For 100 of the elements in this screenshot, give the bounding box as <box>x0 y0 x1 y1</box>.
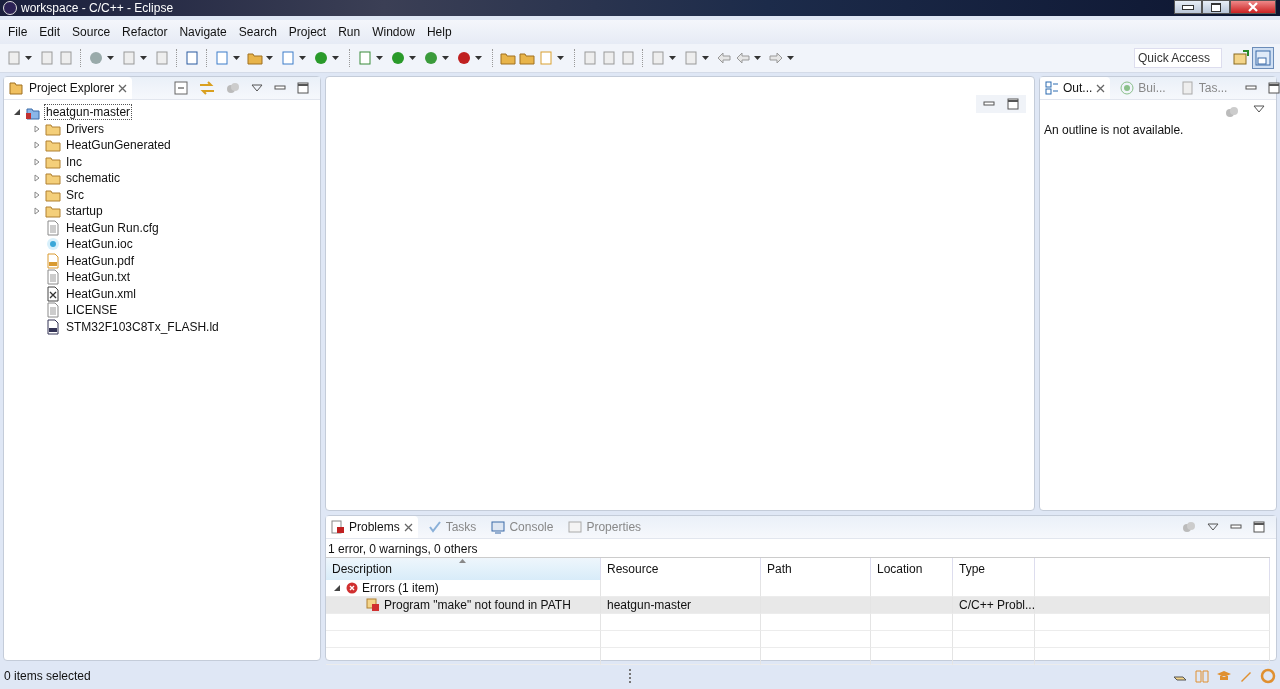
maximize-icon[interactable] <box>297 82 309 94</box>
expand-toggle-icon[interactable] <box>33 141 41 150</box>
dropdown-caret-icon[interactable] <box>332 56 339 60</box>
open-perspective-icon[interactable] <box>1233 50 1249 66</box>
dropdown-caret-icon[interactable] <box>669 56 676 60</box>
dropdown-caret-icon[interactable] <box>475 56 482 60</box>
expand-toggle-icon[interactable] <box>33 174 41 183</box>
text-file-icon <box>45 302 61 319</box>
close-icon[interactable] <box>118 83 128 93</box>
tree-item[interactable]: Src <box>64 186 86 203</box>
view-menu-icon[interactable] <box>1253 105 1265 113</box>
problems-summary: 1 error, 0 warnings, 0 others <box>327 541 479 557</box>
column-header[interactable]: Resource <box>601 558 761 580</box>
tree-item[interactable]: startup <box>64 203 105 220</box>
sort-indicator-icon <box>459 559 466 563</box>
tree-item[interactable]: schematic <box>64 170 123 187</box>
lifebuoy-icon[interactable] <box>1260 668 1276 684</box>
open-folder-icon[interactable] <box>500 50 516 66</box>
column-header[interactable]: Description <box>326 558 601 580</box>
tree-item[interactable]: heatgun-master <box>44 104 133 121</box>
dropdown-caret-icon[interactable] <box>702 56 709 60</box>
view-menu-icon[interactable] <box>1207 523 1219 531</box>
quick-access-field[interactable]: Quick Access <box>1134 48 1222 68</box>
table-cell: Program "make" not found in PATH <box>384 598 571 612</box>
properties-icon <box>568 520 583 534</box>
chip-file-icon <box>45 236 61 253</box>
expand-toggle-icon[interactable] <box>33 190 41 199</box>
collapse-all-icon[interactable] <box>174 81 188 95</box>
problem-row[interactable]: Program "make" not found in PATH heatgun-master C/C++ Probl... <box>326 597 1270 614</box>
menu-item[interactable]: Help <box>420 23 458 41</box>
outline-icon <box>1045 81 1059 95</box>
dropdown-caret-icon[interactable] <box>409 56 416 60</box>
filter-icon[interactable] <box>226 81 240 95</box>
tree-item[interactable]: HeatGun.pdf <box>64 252 137 269</box>
menu-item[interactable]: Edit <box>33 23 67 41</box>
tree-item[interactable]: HeatGun.xml <box>64 285 139 302</box>
tree-item[interactable]: HeatGun Run.cfg <box>64 219 161 236</box>
dropdown-caret-icon[interactable] <box>754 56 761 60</box>
menu-item[interactable]: Run <box>332 23 367 41</box>
menu-item[interactable]: Search <box>232 23 283 41</box>
menu-item[interactable]: File <box>2 23 34 41</box>
dropdown-caret-icon[interactable] <box>442 56 449 60</box>
maximize-button[interactable] <box>1202 0 1230 14</box>
group-label: Errors (1 item) <box>362 581 439 595</box>
view-tab[interactable]: Problems <box>326 516 418 538</box>
menu-item[interactable]: Source <box>66 23 117 41</box>
folder-icon <box>45 203 61 220</box>
dropdown-caret-icon[interactable] <box>233 56 240 60</box>
filter-icon[interactable] <box>1225 105 1239 119</box>
menu-item[interactable]: Window <box>366 23 421 41</box>
dropdown-caret-icon[interactable] <box>107 56 114 60</box>
close-icon[interactable] <box>403 522 413 532</box>
column-header[interactable]: Location <box>871 558 953 580</box>
tree-item[interactable]: STM32F103C8Tx_FLASH.ld <box>64 318 221 335</box>
expand-toggle-icon[interactable] <box>33 124 41 133</box>
dropdown-caret-icon[interactable] <box>140 56 147 60</box>
filter-icon[interactable] <box>1182 520 1196 534</box>
menu-item[interactable]: Refactor <box>116 23 174 41</box>
folder-icon <box>45 137 61 154</box>
dropdown-caret-icon[interactable] <box>25 56 32 60</box>
project-explorer-tab[interactable]: Project Explorer <box>4 77 133 99</box>
minimize-button[interactable] <box>1174 0 1202 14</box>
outline-message: An outline is not available. <box>1043 122 1185 139</box>
tree-item[interactable]: HeatGun.txt <box>64 269 133 286</box>
console-icon <box>491 520 506 534</box>
close-icon[interactable] <box>1096 83 1106 93</box>
target-icon <box>1120 81 1135 95</box>
xml-file-icon <box>45 285 61 302</box>
table-cell: C/C++ Probl... <box>953 597 1035 614</box>
link-editor-icon[interactable] <box>199 81 215 95</box>
dropdown-caret-icon[interactable] <box>266 56 273 60</box>
menu-item[interactable]: Navigate <box>173 23 233 41</box>
maximize-icon[interactable] <box>1253 521 1265 533</box>
dropdown-caret-icon[interactable] <box>557 56 564 60</box>
tree-item[interactable]: Inc <box>64 153 84 170</box>
error-icon <box>346 582 358 594</box>
view-menu-icon[interactable] <box>251 84 263 92</box>
dropdown-caret-icon[interactable] <box>787 56 794 60</box>
status-text: 0 items selected <box>4 669 91 683</box>
expand-toggle-icon[interactable] <box>33 157 41 166</box>
expand-toggle-icon[interactable] <box>13 108 21 117</box>
maximize-icon[interactable] <box>1007 98 1019 110</box>
dropdown-caret-icon[interactable] <box>376 56 383 60</box>
tree-item[interactable]: HeatGunGenerated <box>64 137 173 154</box>
column-header[interactable]: Path <box>761 558 871 580</box>
expand-toggle-icon[interactable] <box>33 207 41 216</box>
folders-icon <box>9 80 25 96</box>
view-tab[interactable]: Out... <box>1040 77 1111 99</box>
menu-item[interactable]: Project <box>282 23 333 41</box>
column-header[interactable]: Type <box>953 558 1035 580</box>
tree-item[interactable]: LICENSE <box>64 302 120 319</box>
dropdown-caret-icon[interactable] <box>299 56 306 60</box>
close-button[interactable] <box>1230 0 1276 14</box>
tree-item[interactable]: HeatGun.ioc <box>64 236 135 253</box>
tree-item[interactable]: Drivers <box>64 120 106 137</box>
expand-toggle-icon[interactable] <box>333 584 341 592</box>
folder-icon[interactable] <box>519 50 535 66</box>
maximize-icon[interactable] <box>1268 82 1280 94</box>
book-icon[interactable] <box>1194 668 1210 684</box>
c-perspective-button[interactable] <box>1252 47 1274 69</box>
